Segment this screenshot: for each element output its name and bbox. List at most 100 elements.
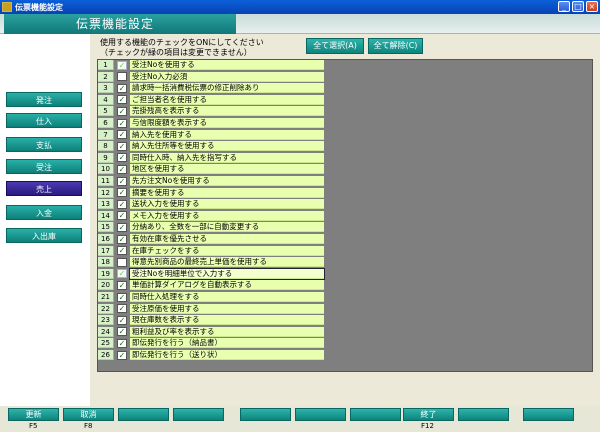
window-titlebar: 伝票機能設定 _ □ ×: [0, 0, 600, 14]
checkbox-checked[interactable]: ✓: [117, 118, 127, 128]
item-number: 20: [98, 280, 114, 291]
instructions: 使用する機能のチェックをONにしてください （チェックが緑の項目は変更できません…: [100, 38, 264, 58]
checkbox-checked[interactable]: ✓: [117, 222, 127, 232]
list-item[interactable]: 7 ✓ 納入先を使用する: [98, 129, 324, 140]
checkbox-checked[interactable]: ✓: [117, 292, 127, 302]
list-item[interactable]: 9 ✓ 同時仕入時、納入先を指写する: [98, 152, 324, 163]
item-number: 26: [98, 350, 114, 360]
checkbox-checked[interactable]: ✓: [117, 176, 127, 186]
list-item[interactable]: 23 ✓ 現在庫数を表示する: [98, 315, 324, 326]
minimize-button[interactable]: _: [558, 1, 570, 12]
function-button-9[interactable]: [458, 408, 509, 421]
list-item[interactable]: 10 ✓ 地区を使用する: [98, 164, 324, 175]
checkbox-checked[interactable]: ✓: [117, 164, 127, 174]
list-item[interactable]: 2 受注No入力必須: [98, 71, 324, 82]
list-item[interactable]: 12 ✓ 摘要を使用する: [98, 187, 324, 198]
nav-button-4[interactable]: 売上: [6, 181, 82, 196]
checkbox-checked[interactable]: ✓: [117, 280, 127, 290]
list-item[interactable]: 17 ✓ 在庫チェックをする: [98, 245, 324, 256]
list-item[interactable]: 5 ✓ 売掛残高を表示する: [98, 106, 324, 117]
app-icon: [2, 2, 12, 12]
function-button-4[interactable]: [173, 408, 224, 421]
function-button-3[interactable]: [118, 408, 169, 421]
function-button-5[interactable]: [240, 408, 291, 421]
item-label: 受注No入力必須: [130, 71, 324, 82]
item-label: 単価計算ダイアログを自動表示する: [130, 280, 324, 291]
item-label: 与信限度額を表示する: [130, 118, 324, 128]
checkbox-checked[interactable]: ✓: [117, 95, 127, 105]
item-number: 1: [98, 60, 114, 70]
nav-button-2[interactable]: 支払: [6, 137, 82, 152]
item-label: 受注原価を使用する: [130, 303, 324, 314]
list-item[interactable]: 26 ✓ 即伝発行を行う（送り状）: [98, 350, 324, 360]
checkbox-checked[interactable]: ✓: [117, 153, 127, 163]
nav-button-5[interactable]: 入金: [6, 205, 82, 220]
checkbox-checked[interactable]: ✓: [117, 130, 127, 140]
list-item[interactable]: 14 ✓ メモ入力を使用する: [98, 210, 324, 221]
header-band: 伝票機能設定: [0, 14, 600, 34]
checkbox-checked[interactable]: ✓: [117, 338, 127, 348]
nav-button-3[interactable]: 受注: [6, 159, 82, 174]
list-item[interactable]: 22 ✓ 受注原価を使用する: [98, 303, 324, 314]
item-label: 受注Noを明細単位で入力する: [129, 267, 325, 280]
list-item[interactable]: 4 ✓ ご担当者名を使用する: [98, 94, 324, 105]
checkbox-checked[interactable]: ✓: [117, 141, 127, 151]
list-item[interactable]: 8 ✓ 納入先住所等を使用する: [98, 141, 324, 152]
list-item[interactable]: 6 ✓ 与信限度額を表示する: [98, 118, 324, 128]
item-label: ご担当者名を使用する: [130, 94, 324, 105]
item-label: 請求時一括消費税伝票の修正削除あり: [130, 83, 324, 94]
item-label: 在庫チェックをする: [130, 245, 324, 256]
function-button-7[interactable]: [350, 408, 401, 421]
cancel-key: F8: [84, 422, 93, 430]
list-item[interactable]: 20 ✓ 単価計算ダイアログを自動表示する: [98, 280, 324, 291]
checkbox-checked[interactable]: ✓: [117, 234, 127, 244]
select-all-button[interactable]: 全て選択(A): [306, 38, 364, 54]
item-label: 地区を使用する: [130, 164, 324, 175]
nav-button-1[interactable]: 仕入: [6, 113, 82, 128]
list-item[interactable]: 19 ✓ 受注Noを明細単位で入力する: [98, 267, 325, 280]
list-item[interactable]: 21 ✓ 同時仕入処理をする: [98, 292, 324, 302]
list-item[interactable]: 25 ✓ 即伝発行を行う（納品書）: [98, 338, 324, 349]
list-item[interactable]: 11 ✓ 先方注文Noを使用する: [98, 176, 324, 186]
checkbox-checked[interactable]: ✓: [117, 188, 127, 198]
checkbox-checked[interactable]: ✓: [117, 199, 127, 209]
item-number: 9: [98, 152, 114, 163]
checkbox-checked[interactable]: ✓: [117, 315, 127, 325]
checkbox-checked[interactable]: ✓: [117, 246, 127, 256]
checkbox-checked[interactable]: ✓: [117, 304, 127, 314]
item-number: 25: [98, 338, 114, 349]
item-number: 16: [98, 234, 114, 244]
update-button[interactable]: 更新: [8, 408, 59, 421]
item-label: 送状入力を使用する: [130, 199, 324, 210]
checkbox-checked[interactable]: ✓: [117, 106, 127, 116]
function-button-10[interactable]: [523, 408, 574, 421]
checkbox-checked[interactable]: ✓: [117, 211, 127, 221]
checkbox-unchecked[interactable]: [117, 257, 127, 267]
close-button[interactable]: ×: [586, 1, 598, 12]
maximize-button[interactable]: □: [572, 1, 584, 12]
clear-all-button[interactable]: 全て解除(C): [368, 38, 423, 54]
function-button-6[interactable]: [295, 408, 346, 421]
list-item[interactable]: 15 ✓ 分納あり、全数を一部に自動変更する: [98, 222, 324, 233]
checkbox-checked[interactable]: ✓: [117, 350, 127, 360]
exit-key: F12: [421, 422, 434, 430]
cancel-button[interactable]: 取消: [63, 408, 114, 421]
item-number: 21: [98, 292, 114, 302]
list-item[interactable]: 24 ✓ 粗利益及び率を表示する: [98, 326, 324, 337]
list-item[interactable]: 18 得意先別商品の最終売上単価を使用する: [98, 257, 324, 268]
exit-button[interactable]: 終了: [403, 408, 454, 421]
checkbox-checked[interactable]: ✓: [117, 83, 127, 93]
item-label: メモ入力を使用する: [130, 210, 324, 221]
list-item[interactable]: 3 ✓ 請求時一括消費税伝票の修正削除あり: [98, 83, 324, 94]
item-label: 先方注文Noを使用する: [130, 176, 324, 186]
list-item[interactable]: 1 ✓ 受注Noを使用する: [98, 60, 324, 70]
item-label: 粗利益及び率を表示する: [130, 326, 324, 337]
list-item[interactable]: 16 ✓ 有効在庫を優先させる: [98, 234, 324, 244]
list-item[interactable]: 13 ✓ 送状入力を使用する: [98, 199, 324, 210]
checkbox-unchecked[interactable]: [117, 72, 127, 82]
nav-button-6[interactable]: 入出庫: [6, 228, 82, 243]
item-number: 10: [98, 164, 114, 175]
checkbox-checked[interactable]: ✓: [117, 327, 127, 337]
nav-button-0[interactable]: 発注: [6, 92, 82, 107]
window-title: 伝票機能設定: [15, 2, 63, 12]
